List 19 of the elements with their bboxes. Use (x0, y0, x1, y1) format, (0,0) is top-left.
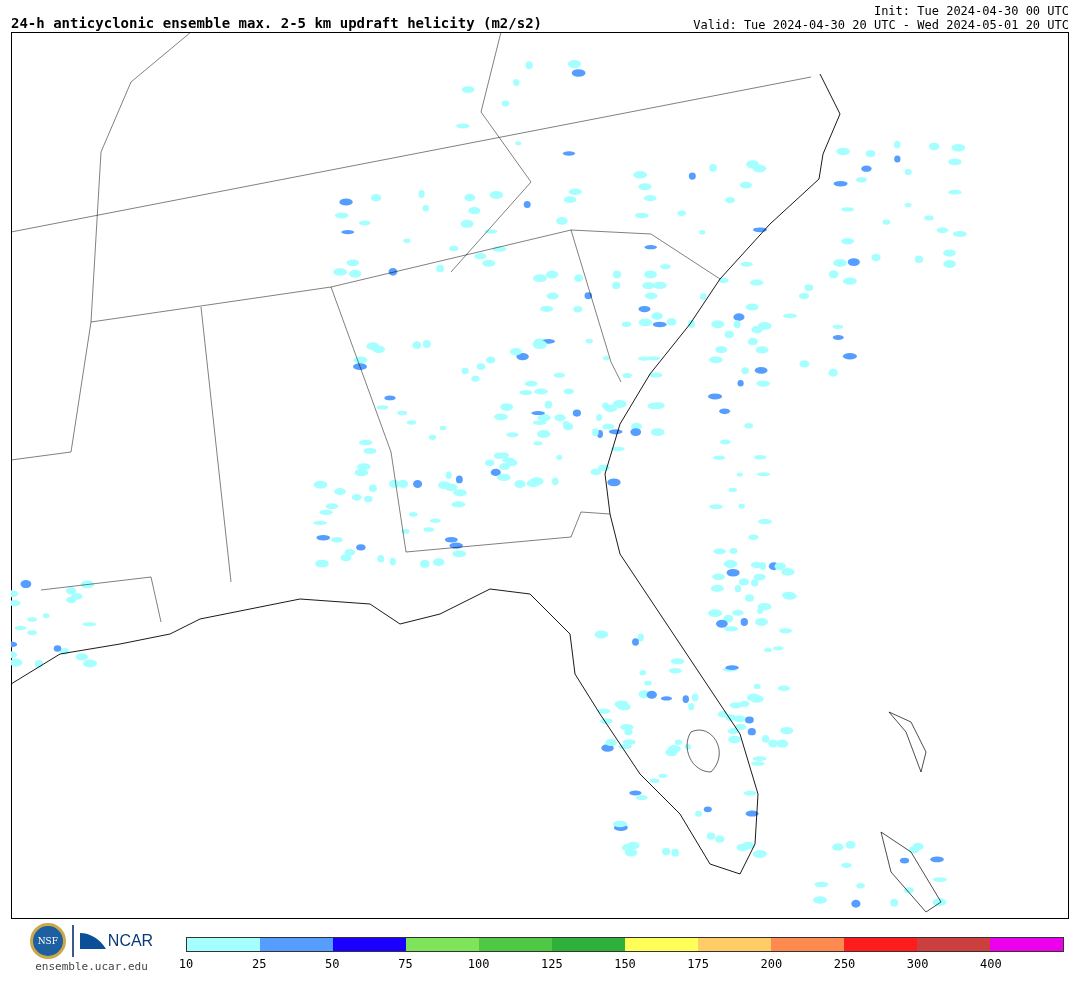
valid-time: Valid: Tue 2024-04-30 20 UTC - Wed 2024-05-01 20 UTC (693, 18, 1069, 32)
tick-label: 150 (614, 957, 636, 971)
tick-label: 75 (398, 957, 413, 971)
init-time: Init: Tue 2024-04-30 00 UTC (873, 4, 1069, 18)
site-url: ensemble.ucar.edu (35, 960, 148, 973)
swoosh-icon (79, 931, 106, 951)
tick-label: 400 (980, 957, 1002, 971)
tick-label: 125 (541, 957, 563, 971)
chart-title: 24-h anticyclonic ensemble max. 2-5 km updraft helicity (m2/s2) (11, 14, 542, 32)
ncar-logo: NCAR (107, 932, 154, 950)
tick-label: 300 (906, 957, 929, 971)
tick-label: 200 (760, 957, 783, 971)
tick-label: 175 (687, 957, 709, 971)
tick-label: 50 (325, 957, 340, 971)
tick-label: 250 (833, 957, 856, 971)
nsf-logo: NSF (29, 923, 66, 959)
tick-label: 25 (251, 957, 267, 971)
tick-label: 10 (178, 957, 194, 971)
tick-label: 100 (467, 957, 490, 971)
